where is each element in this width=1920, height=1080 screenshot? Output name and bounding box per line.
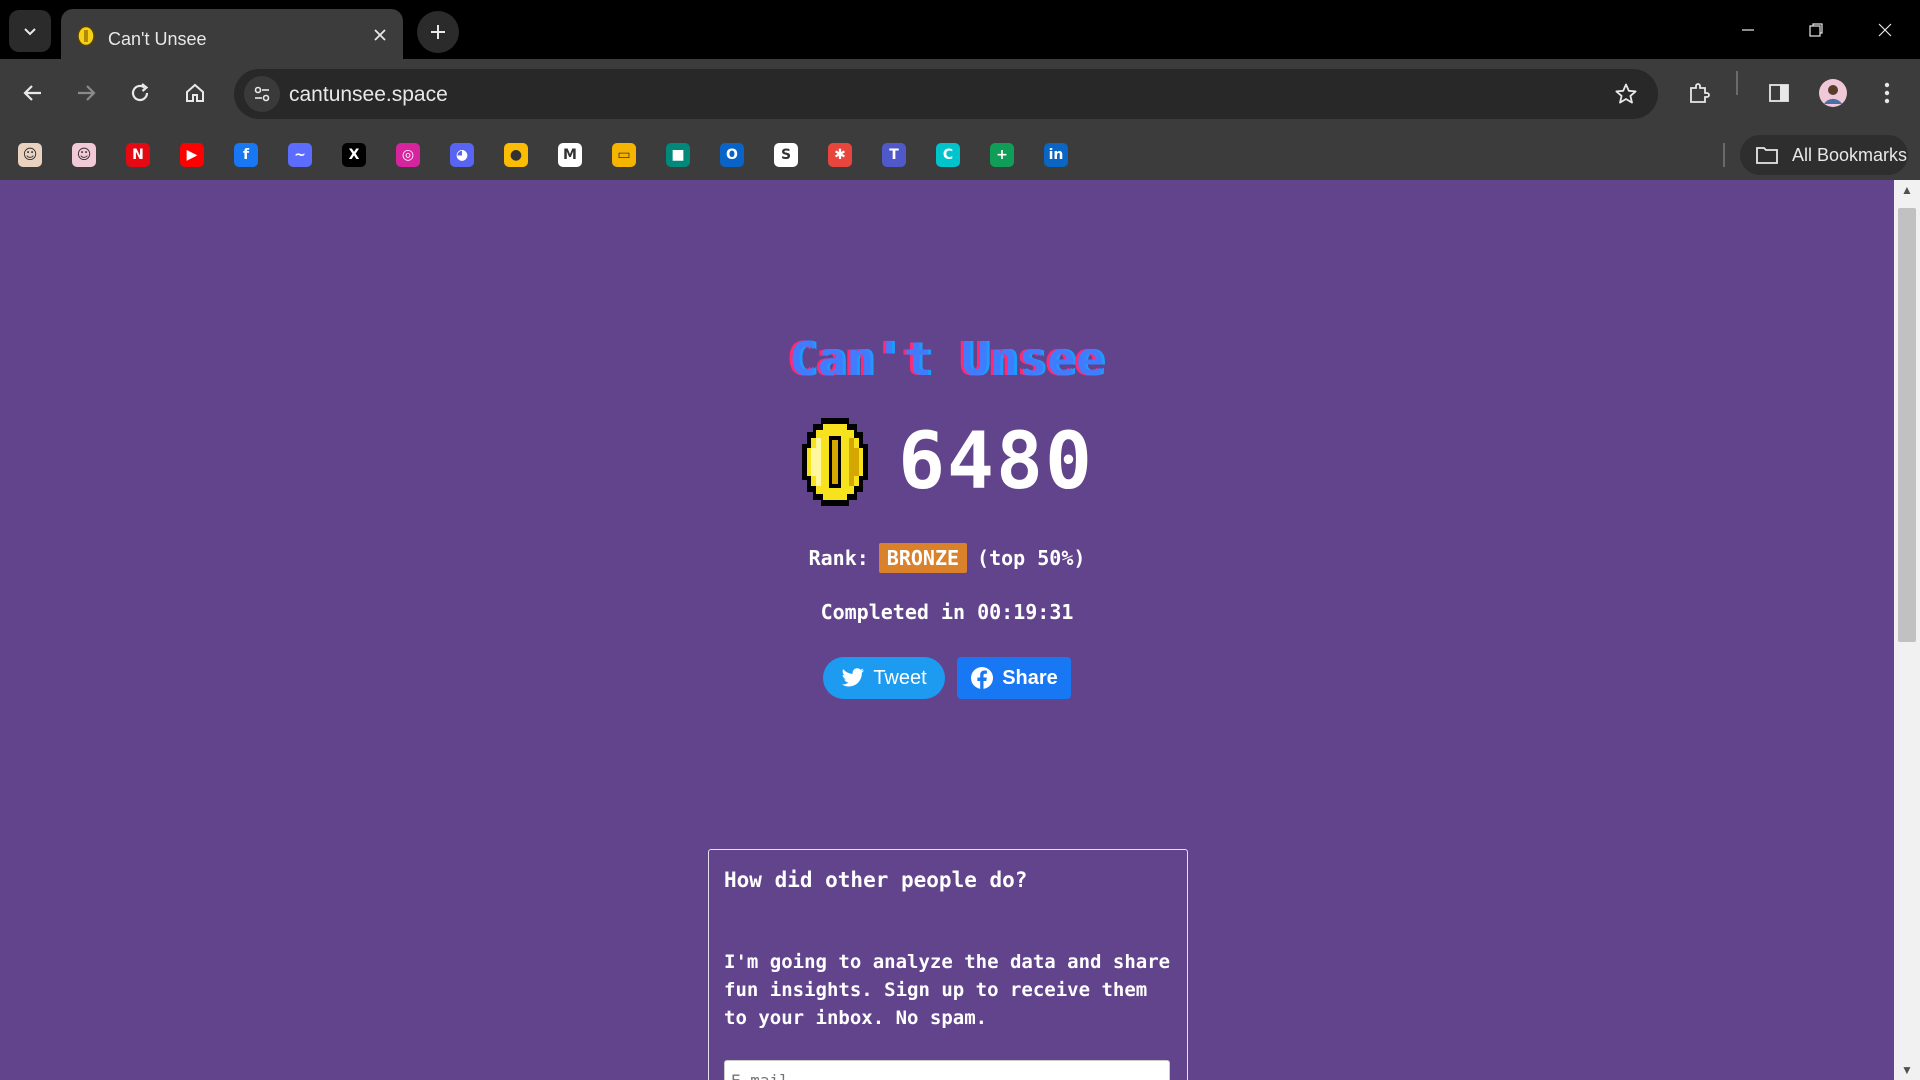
browser-toolbar: cantunsee.space: [0, 59, 1920, 131]
bookmark-sheets-icon[interactable]: +: [990, 143, 1014, 167]
score-value: 6480: [898, 417, 1094, 507]
kebab-menu-icon: [1884, 82, 1890, 104]
bookmark-avatar-1-icon[interactable]: ☺: [18, 143, 42, 167]
minimize-button[interactable]: [1720, 8, 1776, 52]
tweet-label: Tweet: [873, 666, 927, 689]
tab-title: Can't Unsee: [108, 29, 207, 49]
back-button[interactable]: [13, 73, 53, 113]
address-bar[interactable]: cantunsee.space: [234, 69, 1658, 119]
new-tab-button[interactable]: [417, 11, 459, 53]
profile-button[interactable]: [1813, 73, 1853, 113]
tab-search-button[interactable]: [9, 10, 51, 52]
bookmark-meet-icon[interactable]: ■: [666, 143, 690, 167]
rank-line: Rank: BRONZE (top 50%): [0, 543, 1894, 573]
bookmarks-bar: ☺ ☺ N ▶ f ~ X ◎ ◕ ● M ▭ ■ O S ✱ T C + in All Bookmarks: [0, 131, 1920, 181]
card-description: I'm going to analyze the data and share …: [724, 951, 1171, 1029]
newsletter-card: How did other people do? I'm going to an…: [708, 849, 1188, 1080]
arrow-left-icon: [23, 85, 41, 101]
side-panel-icon: [1769, 84, 1789, 102]
bookmark-teams-icon[interactable]: T: [882, 143, 906, 167]
all-bookmarks-button[interactable]: All Bookmarks: [1740, 135, 1908, 175]
bookmark-avatar-2-icon[interactable]: ☺: [72, 143, 96, 167]
bookmark-netflix-icon[interactable]: N: [126, 143, 150, 167]
page-scrollbar[interactable]: ▲ ▼: [1894, 180, 1920, 1080]
page-title: Can't Unsee: [789, 332, 1105, 386]
scroll-up-arrow-icon[interactable]: ▲: [1894, 180, 1920, 200]
folder-icon: [1754, 144, 1780, 166]
puzzle-icon: [1690, 83, 1710, 103]
chevron-down-icon: [24, 28, 36, 36]
url-text[interactable]: cantunsee.space: [289, 83, 448, 107]
bookmark-discord-icon[interactable]: ◕: [450, 143, 474, 167]
facebook-share-button[interactable]: Share: [957, 657, 1071, 699]
bookmark-skype-icon[interactable]: S: [774, 143, 798, 167]
score-display: 6480: [0, 412, 1894, 512]
restore-button[interactable]: [1788, 8, 1844, 52]
tab-strip: Can't Unsee: [0, 0, 1920, 59]
reload-icon: [131, 83, 149, 102]
close-tab-icon[interactable]: [369, 24, 391, 46]
rank-label: Rank:: [808, 546, 869, 570]
bookmark-x-icon[interactable]: X: [342, 143, 366, 167]
bookmark-facebook-icon[interactable]: f: [234, 143, 258, 167]
coin-icon: [802, 418, 869, 506]
restore-icon: [1809, 23, 1823, 37]
arrow-right-icon: [78, 85, 96, 101]
page-content: Can't Unsee 6480 Rank: BRONZE (top 50%) Co…: [0, 180, 1894, 1080]
toolbar-separator: [1736, 71, 1738, 95]
bookmark-app-red-icon[interactable]: ✱: [828, 143, 852, 167]
menu-button[interactable]: [1867, 73, 1907, 113]
site-info-button[interactable]: [244, 76, 280, 112]
completion-time: Completed in 00:19:31: [820, 600, 1074, 624]
bookmark-canva-icon[interactable]: C: [936, 143, 960, 167]
plus-icon: [431, 25, 445, 39]
side-panel-button[interactable]: [1759, 73, 1799, 113]
twitter-bird-icon: [842, 668, 865, 687]
coin-favicon-icon: [77, 26, 95, 46]
close-icon: [1878, 23, 1892, 37]
tweet-button[interactable]: Tweet: [823, 657, 945, 699]
share-label: Share: [1002, 666, 1058, 689]
forward-button[interactable]: [66, 73, 106, 113]
avatar: [1819, 79, 1847, 107]
facebook-icon: [971, 667, 994, 690]
email-field[interactable]: [724, 1060, 1170, 1080]
home-icon: [186, 83, 204, 102]
all-bookmarks-label: All Bookmarks: [1792, 144, 1908, 165]
bookmark-linkedin-icon[interactable]: in: [1044, 143, 1068, 167]
bookmark-instagram-icon[interactable]: ◎: [396, 143, 420, 167]
minimize-icon: [1742, 29, 1754, 31]
close-window-button[interactable]: [1857, 8, 1913, 52]
bookmark-messenger-icon[interactable]: ~: [288, 143, 312, 167]
home-button[interactable]: [175, 73, 215, 113]
bookmark-star-button[interactable]: [1612, 80, 1640, 108]
bookmark-outlook-icon[interactable]: O: [720, 143, 744, 167]
extensions-button[interactable]: [1679, 73, 1719, 113]
reload-button[interactable]: [120, 73, 160, 113]
bookmark-slides-icon[interactable]: ▭: [612, 143, 636, 167]
bookmark-keep-icon[interactable]: ●: [504, 143, 528, 167]
rank-badge: BRONZE: [878, 543, 968, 573]
browser-window: Can't Unsee cantunsee.space ☺ ☺ N ▶ f ~ …: [0, 0, 1920, 1080]
bookmark-youtube-icon[interactable]: ▶: [180, 143, 204, 167]
bookmark-gmail-icon[interactable]: M: [558, 143, 582, 167]
rank-note: (top 50%): [977, 546, 1086, 570]
bookmarks-separator: [1723, 143, 1725, 167]
share-buttons: Tweet Share: [0, 657, 1894, 699]
card-heading: How did other people do?: [724, 868, 1028, 892]
star-icon: [1615, 83, 1637, 104]
tune-icon: [254, 86, 270, 102]
scrollbar-thumb[interactable]: [1898, 208, 1916, 642]
tab-active[interactable]: Can't Unsee: [61, 9, 403, 59]
scroll-down-arrow-icon[interactable]: ▼: [1894, 1060, 1920, 1080]
